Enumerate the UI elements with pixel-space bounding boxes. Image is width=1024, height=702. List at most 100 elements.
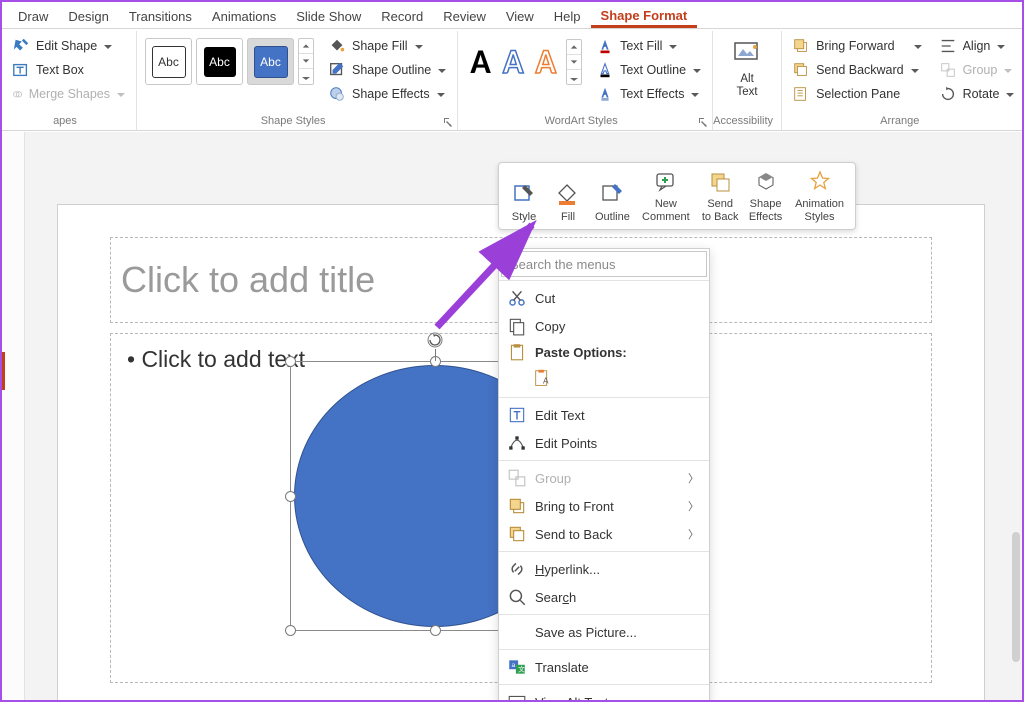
dialog-launcher-shape-styles[interactable] bbox=[441, 115, 455, 129]
tab-transitions[interactable]: Transitions bbox=[119, 4, 202, 28]
dialog-launcher-wordart[interactable] bbox=[696, 115, 710, 129]
wordart-thumb-2[interactable]: A bbox=[497, 42, 530, 83]
shape-style-thumb-1[interactable]: Abc bbox=[145, 38, 192, 85]
ctx-cut[interactable]: Cut bbox=[499, 284, 709, 312]
ctx-copy[interactable]: Copy bbox=[499, 312, 709, 340]
align-icon bbox=[939, 37, 957, 55]
ctx-edit-text[interactable]: Edit Text bbox=[499, 401, 709, 429]
alt-text-label: Alt Text bbox=[737, 73, 758, 98]
ctx-group: Group 〉 bbox=[499, 464, 709, 492]
shape-outline-button[interactable]: Shape Outline bbox=[324, 59, 451, 81]
mini-new-comment-button[interactable]: New Comment bbox=[635, 166, 697, 226]
text-fill-button[interactable]: Text Fill bbox=[592, 35, 706, 57]
group-button: Group bbox=[935, 59, 1020, 81]
tab-record[interactable]: Record bbox=[371, 4, 433, 28]
shape-effects-label: Shape Effects bbox=[352, 87, 430, 101]
selection-pane-button[interactable]: Selection Pane bbox=[788, 83, 927, 105]
bring-forward-label: Bring Forward bbox=[816, 39, 895, 53]
text-outline-label: Text Outline bbox=[620, 63, 686, 77]
ctx-save-as-picture[interactable]: Save as Picture... bbox=[499, 618, 709, 646]
send-backward-button[interactable]: Send Backward bbox=[788, 59, 927, 81]
ctx-separator bbox=[499, 551, 709, 552]
submenu-arrow-icon: 〉 bbox=[688, 526, 699, 542]
mini-animation-label: Animation Styles bbox=[795, 198, 844, 223]
resize-handle-w[interactable] bbox=[285, 491, 296, 502]
resize-handle-s[interactable] bbox=[430, 625, 441, 636]
ctx-bring-front-label: Bring to Front bbox=[535, 499, 614, 514]
mini-fill-label: Fill bbox=[561, 211, 575, 224]
wordart-expand[interactable] bbox=[567, 70, 581, 84]
shape-style-gallery[interactable]: Abc Abc Abc bbox=[143, 36, 314, 87]
text-outline-button[interactable]: Text Outline bbox=[592, 59, 706, 81]
shape-effects-icon bbox=[753, 169, 779, 195]
ctx-edit-points[interactable]: Edit Points bbox=[499, 429, 709, 457]
svg-text:文: 文 bbox=[518, 664, 525, 673]
shape-style-thumb-2[interactable]: Abc bbox=[196, 38, 243, 85]
mini-fill-button[interactable]: Fill bbox=[546, 166, 590, 226]
tab-shape-format[interactable]: Shape Format bbox=[591, 3, 698, 28]
ctx-separator bbox=[499, 649, 709, 650]
shape-effects-button[interactable]: Shape Effects bbox=[324, 83, 451, 105]
send-backward-label: Send Backward bbox=[816, 63, 904, 77]
gallery-scroll-up[interactable] bbox=[299, 39, 313, 54]
bring-front-icon bbox=[507, 496, 527, 516]
alt-text-button[interactable]: Alt Text bbox=[719, 37, 775, 98]
tab-view[interactable]: View bbox=[496, 4, 544, 28]
gallery-scroll-down[interactable] bbox=[299, 54, 313, 69]
group-wordart-styles: A A A Text Fill bbox=[458, 31, 713, 130]
mini-animation-styles-button[interactable]: Animation Styles bbox=[788, 166, 852, 226]
ctx-hyperlink[interactable]: Hyperlink... bbox=[499, 555, 709, 583]
context-menu-search[interactable] bbox=[501, 251, 707, 277]
thumbnail-panel[interactable] bbox=[2, 132, 25, 700]
edit-shape-button[interactable]: Edit Shape bbox=[8, 35, 130, 57]
paste-option-row: A bbox=[499, 364, 709, 394]
align-button[interactable]: Align bbox=[935, 35, 1020, 57]
align-label: Align bbox=[963, 39, 991, 53]
ctx-bring-front[interactable]: Bring to Front 〉 bbox=[499, 492, 709, 520]
paste-icon bbox=[507, 342, 527, 362]
bring-forward-button[interactable]: Bring Forward bbox=[788, 35, 927, 57]
ctx-send-back[interactable]: Send to Back 〉 bbox=[499, 520, 709, 548]
resize-handle-sw[interactable] bbox=[285, 625, 296, 636]
search-icon bbox=[507, 587, 527, 607]
rotate-handle[interactable] bbox=[426, 331, 444, 349]
tab-review[interactable]: Review bbox=[433, 4, 496, 28]
send-backward-icon bbox=[792, 61, 810, 79]
mini-outline-button[interactable]: Outline bbox=[590, 166, 635, 226]
copy-icon bbox=[507, 316, 527, 336]
tab-design[interactable]: Design bbox=[58, 4, 118, 28]
rotate-icon bbox=[939, 85, 957, 103]
mini-send-back-button[interactable]: Send to Back bbox=[697, 166, 744, 226]
paste-option-keep-formatting[interactable]: A bbox=[529, 365, 557, 393]
mini-style-button[interactable]: Style bbox=[502, 166, 546, 226]
tab-draw[interactable]: Draw bbox=[8, 4, 58, 28]
gallery-expand[interactable] bbox=[299, 69, 313, 83]
ctx-view-alt-text-label: View Alt Text... bbox=[535, 695, 619, 702]
mini-shape-effects-button[interactable]: Shape Effects bbox=[744, 166, 788, 226]
text-effects-button[interactable]: Text Effects bbox=[592, 83, 706, 105]
ctx-view-alt-text[interactable]: View Alt Text... bbox=[499, 688, 709, 702]
tab-animations[interactable]: Animations bbox=[202, 4, 286, 28]
ctx-translate[interactable]: a文 Translate bbox=[499, 653, 709, 681]
wordart-thumb-1[interactable]: A bbox=[464, 42, 497, 83]
wordart-gallery[interactable]: A A A bbox=[464, 39, 582, 85]
tab-slide-show[interactable]: Slide Show bbox=[286, 4, 371, 28]
shape-fill-button[interactable]: Shape Fill bbox=[324, 35, 451, 57]
ctx-separator bbox=[499, 280, 709, 281]
context-search-input[interactable] bbox=[508, 256, 700, 273]
send-back-icon bbox=[507, 524, 527, 544]
text-effects-icon bbox=[596, 85, 614, 103]
ctx-search[interactable]: Search bbox=[499, 583, 709, 611]
group-icon bbox=[939, 61, 957, 79]
wordart-scroll-up[interactable] bbox=[567, 40, 581, 55]
tab-help[interactable]: Help bbox=[544, 4, 591, 28]
wordart-thumb-3[interactable]: A bbox=[529, 42, 562, 83]
app-window: Draw Design Transitions Animations Slide… bbox=[0, 0, 1024, 702]
resize-handle-nw[interactable] bbox=[285, 356, 296, 367]
wordart-scroll-down[interactable] bbox=[567, 55, 581, 70]
text-box-button[interactable]: Text Box bbox=[8, 59, 130, 81]
vertical-scrollbar[interactable] bbox=[1012, 532, 1020, 662]
chevron-down-icon bbox=[690, 89, 700, 99]
rotate-button[interactable]: Rotate bbox=[935, 83, 1020, 105]
shape-style-thumb-3[interactable]: Abc bbox=[247, 38, 294, 85]
